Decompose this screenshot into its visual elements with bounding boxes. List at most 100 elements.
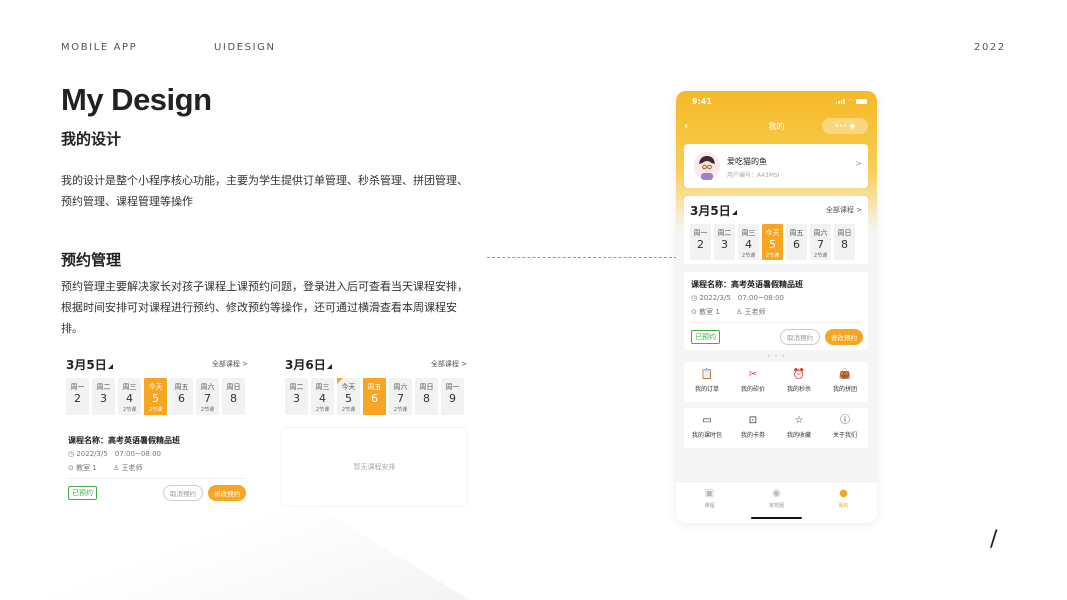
clock-icon: ◷ (68, 450, 75, 458)
day-cell-selected[interactable]: 周五 6 (363, 378, 386, 415)
all-courses-link[interactable]: 全部课程 > (212, 359, 248, 369)
menu-item-group-buy[interactable]: 👜 我的拼团 (822, 362, 868, 402)
day-cell[interactable]: 周六 7 2节课 (196, 378, 219, 415)
divider (68, 478, 244, 479)
schedule-date-label: 3月5日 (66, 358, 107, 372)
schedule-date[interactable]: 3月5日 (66, 356, 113, 373)
course-time: ◷ 2022/3/5 07:00~08:00 (68, 450, 161, 458)
phone-course-card: 课程名称：高考英语暑假精品班 ◷ 2022/3/5 07:00~08:00 ⊙ … (684, 272, 868, 350)
user-name: 爱吃猫的鱼 (727, 157, 767, 166)
section-title: 预约管理 (61, 251, 122, 269)
schedule-card-march5: 3月5日 全部课程 > 周一 2 周二 3 周三 4 2节课 今天 5 2节课 周五 6 周六… (66, 356, 248, 415)
intro-line-1: 我的设计是整个小程序核心功能，主要为学生提供订单管理、秒杀管理、拼团管理、 (61, 174, 468, 187)
course-time: ◷ 2022/3/5 07:00~08:00 (691, 294, 784, 302)
course-teacher: ♙ 王老师 (113, 464, 143, 472)
day-cell[interactable]: 周五 6 (786, 224, 807, 260)
menu-item-coupons[interactable]: ⊡ 我的卡券 (730, 408, 776, 448)
edit-booking-button[interactable]: 修改预约 (825, 329, 863, 345)
menu-grid-secondary: ▭ 我的课时包 ⊡ 我的卡券 ☆ 我的收藏 ⓘ 关于我们 (684, 408, 868, 448)
course-card: 课程名称：高考英语暑假精品班 ◷ 2022/3/5 07:00~08:00 ⊙ … (61, 428, 251, 506)
empty-message: 暂无课程安排 (353, 463, 396, 471)
coupon-icon: ⊡ (748, 415, 758, 426)
phone-schedule-card: 3月5日 全部课程 > 周一 2 周二 3 周三 4 2节课 今天 5 2节课 周五 6 周六… (684, 196, 868, 264)
page-title: My Design (61, 82, 212, 117)
day-cell[interactable]: 周六 7 2节课 (810, 224, 831, 260)
day-cell[interactable]: 周六 7 2节课 (389, 378, 412, 415)
tab-courses[interactable]: ▣ 课程 (676, 483, 743, 523)
battery-icon (856, 99, 867, 104)
schedule-date-label: 3月5日 (690, 204, 731, 218)
lesson-pack-icon: ▭ (702, 415, 712, 426)
day-cell-today[interactable]: 今天 5 2节课 (337, 378, 360, 415)
cancel-booking-button[interactable]: 取消预约 (163, 485, 203, 501)
edit-booking-button[interactable]: 修改预约 (208, 485, 246, 501)
profile-icon: ● (839, 488, 848, 499)
header-year: 2022 (974, 42, 1006, 53)
location-icon: ⊙ (68, 464, 74, 472)
mini-program-capsule[interactable]: ••• ◉ (822, 118, 868, 134)
phone-mockup: 9:41 ◠ ‹ 我的 ••• ◉ 爱吃猫的鱼 用户编号：A43MSI > 3月… (676, 91, 877, 523)
page-subtitle: 我的设计 (61, 130, 122, 148)
cancel-booking-button[interactable]: 取消预约 (780, 329, 820, 345)
day-cell-selected[interactable]: 今天 5 2节课 (762, 224, 783, 260)
day-cell[interactable]: 周二 3 (714, 224, 735, 260)
menu-item-bargain[interactable]: ✂ 我的砍价 (730, 362, 776, 402)
dropdown-icon (326, 364, 332, 369)
menu-item-about[interactable]: ⓘ 关于我们 (822, 408, 868, 448)
course-title: 课程名称：高考英语暑假精品班 (691, 280, 803, 289)
day-cell[interactable]: 周日 8 (834, 224, 855, 260)
menu-item-lesson-pack[interactable]: ▭ 我的课时包 (684, 408, 730, 448)
carousel-dots: • • • (766, 353, 787, 360)
menu-item-favorites[interactable]: ☆ 我的收藏 (776, 408, 822, 448)
menu-item-flash-sale[interactable]: ⏰ 我的秒杀 (776, 362, 822, 402)
user-id: 用户编号：A43MSI (727, 172, 780, 179)
day-cell[interactable]: 周一 2 (66, 378, 89, 415)
day-cell[interactable]: 周三 4 2节课 (738, 224, 759, 260)
day-cell[interactable]: 周三 4 2节课 (118, 378, 141, 415)
phone-schedule: 3月5日 全部课程 > 周一 2 周二 3 周三 4 2节课 今天 5 2节课 周五 6 周六… (690, 202, 862, 260)
course-room: ⊙ 教室 1 (68, 464, 97, 472)
favorite-icon: ☆ (794, 415, 804, 426)
today-marker (337, 378, 343, 384)
intro-paragraph: 我的设计是整个小程序核心功能，主要为学生提供订单管理、秒杀管理、拼团管理、 预约… (61, 170, 481, 212)
location-icon: ⊙ (691, 308, 697, 316)
day-cell[interactable]: 周日 8 (415, 378, 438, 415)
day-cell[interactable]: 周三 4 2节课 (311, 378, 334, 415)
intro-line-2: 预约管理、课程管理等操作 (61, 195, 193, 208)
schedule-date-label: 3月6日 (285, 358, 326, 372)
schedule-date[interactable]: 3月6日 (285, 356, 332, 373)
all-courses-link[interactable]: 全部课程 > (431, 359, 467, 369)
day-cell[interactable]: 周日 8 (222, 378, 245, 415)
day-cell[interactable]: 周一 2 (690, 224, 711, 260)
menu-grid-primary: 📋 我的订单 ✂ 我的砍价 ⏰ 我的秒杀 👜 我的拼团 (684, 362, 868, 402)
avatar (694, 152, 720, 180)
day-cell[interactable]: 周二 3 (92, 378, 115, 415)
user-card[interactable]: 爱吃猫的鱼 用户编号：A43MSI > (684, 144, 868, 188)
capsule-icons: ••• ◉ (834, 122, 856, 130)
day-cell[interactable]: 周一 9 (441, 378, 464, 415)
all-courses-link[interactable]: 全部课程 > (826, 205, 862, 215)
day-cell[interactable]: 周二 3 (285, 378, 308, 415)
clock-icon: ◷ (691, 294, 698, 302)
background-decoration (0, 500, 470, 600)
header-ui-label: UIDESIGN (214, 42, 276, 53)
group-buy-icon: 👜 (838, 369, 852, 380)
schedule-date[interactable]: 3月5日 (690, 202, 737, 219)
tab-mine[interactable]: ● 我的 (810, 483, 877, 523)
course-room: ⊙ 教室 1 (691, 308, 720, 316)
person-icon: ♙ (736, 308, 743, 316)
dropdown-icon (107, 364, 113, 369)
about-icon: ⓘ (840, 415, 850, 426)
section-line-3: 排。 (61, 322, 83, 335)
day-cell[interactable]: 周五 6 (170, 378, 193, 415)
course-teacher: ♙ 王老师 (736, 308, 766, 316)
status-badge: 已预约 (68, 486, 97, 500)
day-cell-selected[interactable]: 今天 5 2节课 (144, 378, 167, 415)
schedule-card-march6: 3月6日 全部课程 > 周二 3 周三 4 2节课 今天 5 2节课 周五 6 周六 7 2节课… (285, 356, 467, 415)
connector-dashed-line (487, 257, 677, 258)
section-paragraph: 预约管理主要解决家长对孩子课程上课预约问题，登录进入后可查看当天课程安排， 根据… (61, 276, 481, 339)
header-app-label: MOBILE APP (61, 42, 138, 53)
home-indicator (751, 517, 802, 519)
menu-item-orders[interactable]: 📋 我的订单 (684, 362, 730, 402)
chevron-right-icon: > (855, 159, 862, 168)
